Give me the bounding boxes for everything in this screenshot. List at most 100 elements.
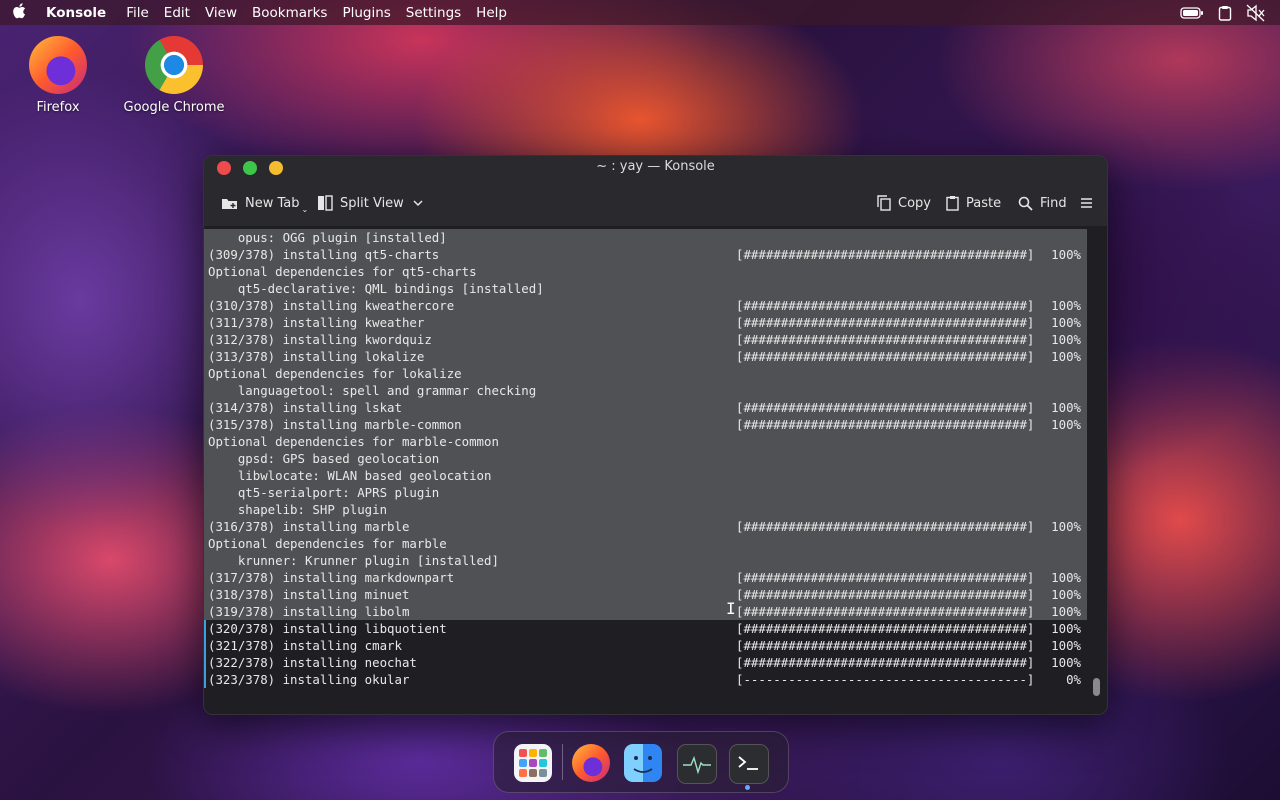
app-launcher-icon[interactable] [514, 744, 552, 782]
window-title: ~ : yay — Konsole [596, 159, 715, 174]
hamburger-menu-button[interactable] [1081, 193, 1099, 213]
progress-bar-text: [######################################] [736, 298, 1035, 313]
battery-icon[interactable] [1180, 6, 1204, 19]
progress-percent: 100% [1051, 315, 1081, 330]
terminal-line-text: (318/378) installing minuet [208, 587, 410, 602]
terminal-line: (319/378) installing libolm [############… [204, 603, 1087, 620]
copy-button[interactable]: Copy [877, 193, 931, 213]
search-icon [1018, 196, 1033, 211]
progress-bar-text: [######################################] [736, 519, 1035, 534]
menu-bar: Konsole File Edit View Bookmarks Plugins… [0, 0, 1280, 25]
terminal-line-text: shapelib: SHP plugin [208, 502, 388, 517]
progress-bar-text: [######################################] [736, 570, 1035, 585]
progress-percent: 100% [1051, 604, 1081, 619]
terminal-line: libwlocate: WLAN based geolocation [204, 467, 1087, 484]
terminal-line-text: Optional dependencies for lokalize [208, 366, 462, 381]
clipboard-icon[interactable] [1218, 5, 1232, 21]
apple-icon[interactable] [10, 2, 30, 23]
konsole-icon[interactable] [729, 744, 769, 784]
new-tab-label: New Tab [245, 195, 300, 211]
progress-percent: 100% [1051, 400, 1081, 415]
progress-bar-text: [######################################] [736, 247, 1035, 262]
terminal-line: krunner: Krunner plugin [installed] [204, 552, 1087, 569]
terminal-line: (317/378) installing markdownpart [######… [204, 569, 1087, 586]
terminal-line-text: (313/378) installing lokalize [208, 349, 425, 364]
chrome-icon [145, 36, 203, 94]
terminal-line-text: qt5-declarative: QML bindings [installed… [208, 281, 544, 296]
terminal-line-text: (314/378) installing lskat [208, 400, 402, 415]
desktop-icon-label: Firefox [36, 100, 80, 115]
system-monitor-icon[interactable] [677, 744, 717, 784]
terminal-line: gpsd: GPS based geolocation [204, 450, 1087, 467]
progress-percent: 100% [1051, 349, 1081, 364]
progress-percent: 0% [1066, 672, 1081, 687]
terminal-line: (318/378) installing minuet [############… [204, 586, 1087, 603]
progress-percent: 100% [1051, 332, 1081, 347]
menu-settings[interactable]: Settings [406, 5, 461, 21]
terminal-line-text: gpsd: GPS based geolocation [208, 451, 440, 466]
progress-bar-text: [######################################] [736, 349, 1035, 364]
terminal-scrollbar[interactable] [1087, 226, 1107, 714]
progress-bar-text: [######################################] [736, 638, 1035, 653]
split-view-icon [317, 195, 333, 211]
firefox-icon[interactable] [572, 744, 610, 782]
progress-bar-text: [######################################] [736, 417, 1035, 432]
menu-file[interactable]: File [126, 5, 149, 21]
progress-bar-text: [######################################] [736, 604, 1035, 619]
scrollbar-thumb[interactable] [1093, 678, 1100, 696]
terminal-line-text: Optional dependencies for marble-common [208, 434, 499, 449]
progress-percent: 100% [1051, 417, 1081, 432]
terminal-line-text: (323/378) installing okular [208, 672, 410, 687]
terminal-line-text: (322/378) installing neochat [208, 655, 417, 670]
progress-percent: 100% [1051, 655, 1081, 670]
terminal-line: (309/378) installing qt5-charts [########… [204, 246, 1087, 263]
progress-percent: 100% [1051, 621, 1081, 636]
find-label: Find [1040, 195, 1067, 211]
text-cursor-icon: I [726, 599, 736, 618]
menu-bookmarks[interactable]: Bookmarks [252, 5, 327, 21]
menu-edit[interactable]: Edit [164, 5, 190, 21]
hamburger-menu-icon [1081, 198, 1092, 208]
terminal-line-text: opus: OGG plugin [installed] [208, 230, 447, 245]
progress-bar-text: [######################################] [736, 621, 1035, 636]
progress-bar-text: [######################################] [736, 332, 1035, 347]
paste-label: Paste [966, 195, 1002, 211]
menu-view[interactable]: View [205, 5, 237, 21]
terminal-line: (322/378) installing neochat [###########… [204, 654, 1087, 671]
terminal-line-text: (315/378) installing marble-common [208, 417, 462, 432]
terminal-line: (314/378) installing lskat [#############… [204, 399, 1087, 416]
new-tab-button[interactable]: New Tab ⌄ [221, 193, 309, 214]
progress-bar-text: [######################################] [736, 315, 1035, 330]
terminal-line: opus: OGG plugin [installed] [204, 229, 1087, 246]
terminal-line-text: krunner: Krunner plugin [installed] [208, 553, 499, 568]
dock-separator [562, 744, 563, 780]
terminal-line-text: (319/378) installing libolm [208, 604, 410, 619]
dock [493, 731, 789, 793]
chevron-down-icon[interactable] [413, 199, 423, 207]
terminal-line: (312/378) installing kwordquiz [#########… [204, 331, 1087, 348]
terminal-line-text: (317/378) installing markdownpart [208, 570, 455, 585]
terminal-line: shapelib: SHP plugin [204, 501, 1087, 518]
paste-button[interactable]: Paste [946, 193, 1001, 213]
finder-icon[interactable] [624, 744, 662, 782]
app-name-menu[interactable]: Konsole [46, 5, 106, 21]
window-titlebar[interactable]: ~ : yay — Konsole [204, 156, 1107, 180]
terminal-line-text: (321/378) installing cmark [208, 638, 402, 653]
desktop-icon-firefox[interactable]: Firefox [3, 36, 113, 115]
terminal-line: Optional dependencies for marble-common [204, 433, 1087, 450]
progress-bar-text: [######################################] [736, 655, 1035, 670]
new-tab-dropdown-icon[interactable]: ⌄ [302, 205, 309, 214]
terminal-line: (311/378) installing kweather [##########… [204, 314, 1087, 331]
desktop-icon-google-chrome[interactable]: Google Chrome [119, 36, 229, 115]
menu-help[interactable]: Help [476, 5, 507, 21]
terminal-line-text: (309/378) installing qt5-charts [208, 247, 440, 262]
split-view-label: Split View [340, 195, 404, 211]
find-button[interactable]: Find [1018, 193, 1067, 213]
terminal-output[interactable]: opus: OGG plugin [installed] (309/378) in… [204, 226, 1087, 714]
menu-plugins[interactable]: Plugins [342, 5, 390, 21]
system-tray [1180, 0, 1280, 25]
konsole-window: ~ : yay — Konsole New Tab ⌄ Split View C… [203, 155, 1108, 715]
volume-muted-icon[interactable] [1246, 4, 1266, 22]
split-view-button[interactable]: Split View [317, 193, 430, 213]
progress-percent: 100% [1051, 638, 1081, 653]
